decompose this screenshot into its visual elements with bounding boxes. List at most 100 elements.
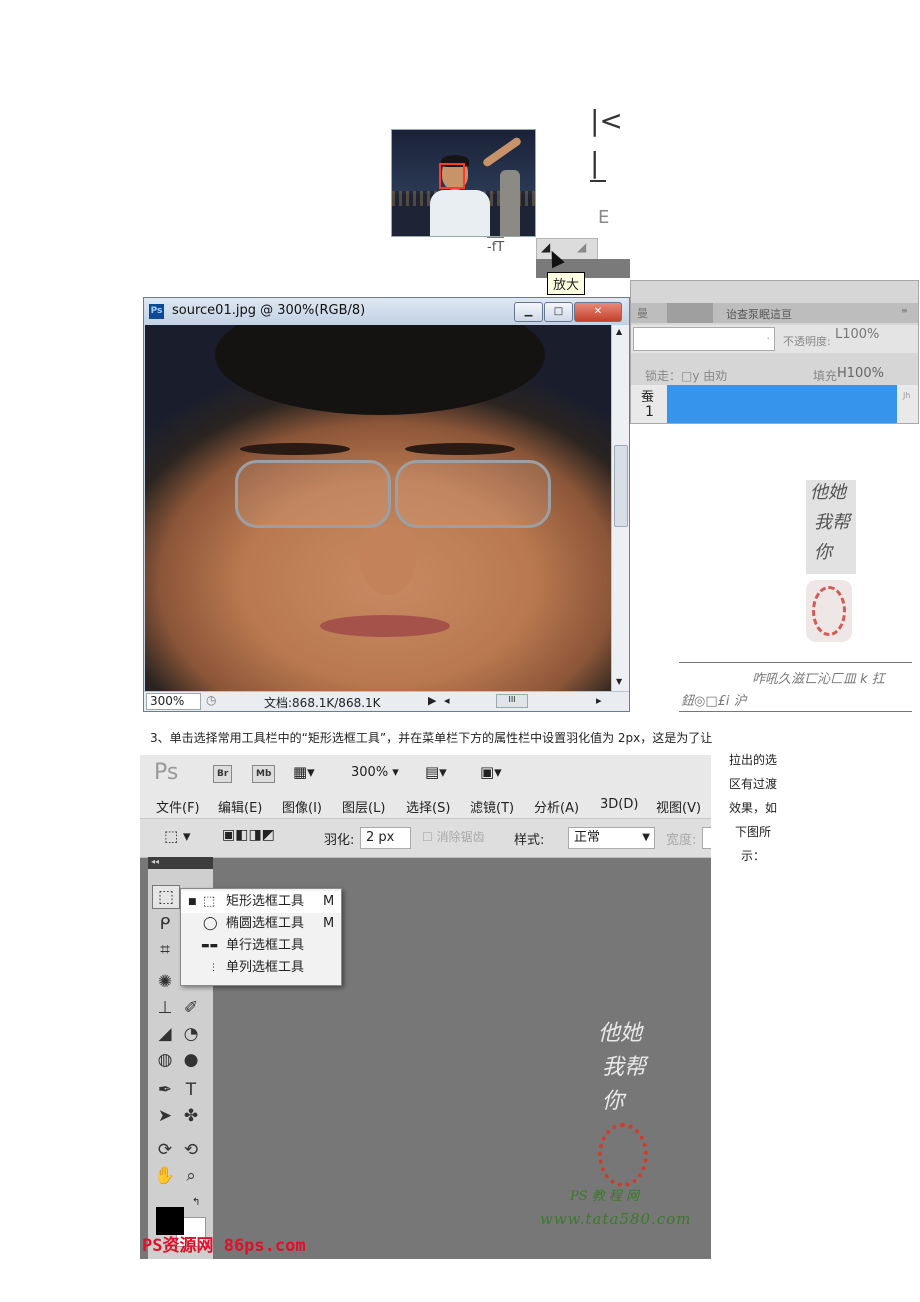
layer-visibility-label[interactable]: 蚕 <box>641 386 654 405</box>
status-bar: 300% ◷ 文档:868.1K/868.1K ▶ ◂ III ▸ <box>144 691 629 711</box>
layers-tab-spacer <box>667 303 713 323</box>
status-menu-arrow-icon[interactable]: ▶ <box>428 694 436 707</box>
scroll-up-icon[interactable]: ▲ <box>616 327 622 336</box>
stamp-tool-icon[interactable]: ⊥ <box>152 997 178 1019</box>
flyout-item-ellipse[interactable]: ◯ 椭圆选框工具 M <box>181 913 341 935</box>
shape-tool-icon[interactable]: ✤ <box>178 1105 204 1127</box>
pen-tool-icon[interactable]: ✒ <box>152 1079 178 1101</box>
panel-menu-icon[interactable]: ≡ <box>901 306 908 315</box>
scroll-right-icon[interactable]: ▸ <box>596 694 602 707</box>
scroll-left-icon[interactable]: ◂ <box>444 694 450 707</box>
layer-row[interactable]: 蚕 1 Jh <box>631 385 918 423</box>
menu-layer[interactable]: 图层(L) <box>342 797 385 816</box>
hand-tool-icon[interactable]: ✋ <box>152 1165 178 1187</box>
options-bar: ⬚ ▾ ▣◧◨◩ 羽化: 2 px ☐ 消除锯齿 样式: 正常 ▼ 宽度: <box>140 818 711 858</box>
blend-opacity-row: · 不透明度: L100% <box>631 325 918 353</box>
menu-3d[interactable]: 3D(D) <box>600 797 638 812</box>
3d-rotate-icon[interactable]: ⟳ <box>152 1139 178 1161</box>
image-canvas[interactable] <box>145 325 611 691</box>
layer-link-icon[interactable]: Jh <box>903 391 910 400</box>
screen-mode-icon[interactable]: ▣▾ <box>480 763 502 781</box>
ellipse-marquee-icon: ◯ <box>203 916 218 931</box>
type-tool-icon[interactable]: T <box>178 1079 204 1101</box>
menu-image[interactable]: 图像(I) <box>282 797 322 816</box>
menu-analysis[interactable]: 分析(A) <box>534 797 579 816</box>
navigator-zoom-buttons[interactable]: ◢ ◢ <box>536 238 598 260</box>
menu-view[interactable]: 视图(V) <box>656 797 701 816</box>
swap-colors-icon[interactable]: ↰ <box>192 1197 200 1208</box>
scroll-thumb[interactable] <box>614 445 628 527</box>
vertical-scrollbar[interactable]: ▲ ▼ <box>611 325 629 691</box>
width-input[interactable] <box>702 827 711 849</box>
feather-label: 羽化: <box>324 833 355 848</box>
zoom-in-tooltip: 放大 <box>547 272 586 295</box>
menu-filter[interactable]: 滤镜(T) <box>470 797 514 816</box>
face-selection-marquee <box>439 163 465 189</box>
extras-menu-icon[interactable]: ▦▾ <box>293 763 315 781</box>
layers-panel-header: 曼 诒查泵眠這亘 ≡ <box>631 303 918 323</box>
side-text-5: 示： <box>740 849 765 863</box>
menu-edit[interactable]: 编辑(E) <box>218 797 262 816</box>
red-seal-stamp <box>806 580 852 642</box>
style-select[interactable]: 正常 ▼ <box>568 827 655 849</box>
eraser-tool-icon[interactable]: ◢ <box>152 1023 178 1045</box>
horizontal-scroll-thumb[interactable]: III <box>496 694 528 708</box>
history-brush-icon[interactable]: ✐ <box>178 997 204 1019</box>
selection-mode-buttons[interactable]: ▣◧◨◩ <box>222 827 275 843</box>
zoom-select[interactable]: 300% ▾ <box>351 765 399 780</box>
chevron-down-icon: ▼ <box>642 832 650 843</box>
lock-label[interactable]: 锁走：□y 由劝 <box>645 367 727 384</box>
blend-mode-select[interactable]: · <box>633 327 775 351</box>
status-rotate-icon[interactable]: ◷ <box>206 693 216 707</box>
tools-panel-header[interactable]: ◂◂ <box>148 857 213 869</box>
scroll-down-icon[interactable]: ▼ <box>616 677 622 686</box>
flyout-item-rect[interactable]: ■ ⬚ 矩形选框工具 M <box>181 891 341 913</box>
menu-select[interactable]: 选择(S) <box>406 797 450 816</box>
3d-orbit-icon[interactable]: ⟲ <box>178 1139 204 1161</box>
window-titlebar[interactable]: Ps source01.jpg @ 300%(RGB/8) ▁ □ ✕ <box>144 298 629 325</box>
side-text-3: 效果，如 <box>728 801 777 815</box>
side-text-2: 区有过渡 <box>728 777 777 791</box>
zoom-tool-icon[interactable]: ⌕ <box>178 1165 204 1187</box>
layers-tab-1[interactable]: 曼 <box>637 305 648 321</box>
zoom-level-field[interactable]: 300% <box>146 693 201 710</box>
zoom-select-value: 300% <box>351 765 389 780</box>
bridge-button[interactable]: Br <box>213 765 233 783</box>
opacity-value[interactable]: L100% <box>835 327 879 342</box>
calligraphy-watermark: 他她 我帮 你 <box>806 480 856 574</box>
path-select-icon[interactable]: ➤ <box>152 1105 178 1127</box>
marquee-tool-flyout: ■ ⬚ 矩形选框工具 M ◯ 椭圆选框工具 M ▬▬ 单行选框工具 ⋮ 单列选框… <box>180 888 342 986</box>
antialias-checkbox[interactable]: ☐ 消除锯齿 <box>422 828 485 845</box>
photo-thumbnail <box>391 129 536 237</box>
fill-value[interactable]: H100% <box>837 366 884 381</box>
paint-bucket-icon[interactable]: ◔ <box>178 1023 204 1045</box>
document-size: 文档:868.1K/868.1K <box>264 696 381 710</box>
minimize-button[interactable]: ▁ <box>514 302 543 322</box>
resize-grip-icon[interactable]: ◢ <box>577 240 586 254</box>
close-button[interactable]: ✕ <box>574 302 622 322</box>
selected-layer-highlight[interactable] <box>667 385 897 423</box>
blur-tool-icon[interactable]: ◍ <box>152 1049 178 1071</box>
tool-preset-picker[interactable]: ⬚ ▾ <box>164 827 190 845</box>
lasso-tool-icon[interactable]: ᑭ <box>152 913 178 935</box>
flyout-item-row[interactable]: ▬▬ 单行选框工具 <box>181 935 341 957</box>
fill-label: 填充 <box>813 369 838 383</box>
86ps-logo: PS资源网 86ps.com <box>142 1236 306 1256</box>
caption-rule-bottom <box>679 711 912 712</box>
layers-tab-2[interactable]: 诒查泵眠這亘 <box>726 306 792 322</box>
feather-input[interactable]: 2 px <box>360 827 411 849</box>
arrange-docs-icon[interactable]: ▤▾ <box>425 763 447 781</box>
ps-app-icon: Ps <box>149 304 164 319</box>
screenshot-red-seal <box>598 1123 648 1187</box>
menu-file[interactable]: 文件(F) <box>156 797 200 816</box>
crop-tool-icon[interactable]: ⌗ <box>152 939 178 961</box>
window-title: source01.jpg @ 300%(RGB/8) <box>172 303 366 318</box>
minibridge-button[interactable]: Mb <box>252 765 276 783</box>
dodge-tool-icon[interactable]: ● <box>178 1049 204 1071</box>
marquee-tool-icon[interactable]: ⬚ <box>152 885 180 909</box>
maximize-button[interactable]: □ <box>544 302 573 322</box>
nav-divider <box>590 180 606 182</box>
style-select-value: 正常 <box>574 830 601 845</box>
healing-tool-icon[interactable]: ✺ <box>152 971 178 993</box>
flyout-item-column[interactable]: ⋮ 单列选框工具 <box>181 957 341 979</box>
